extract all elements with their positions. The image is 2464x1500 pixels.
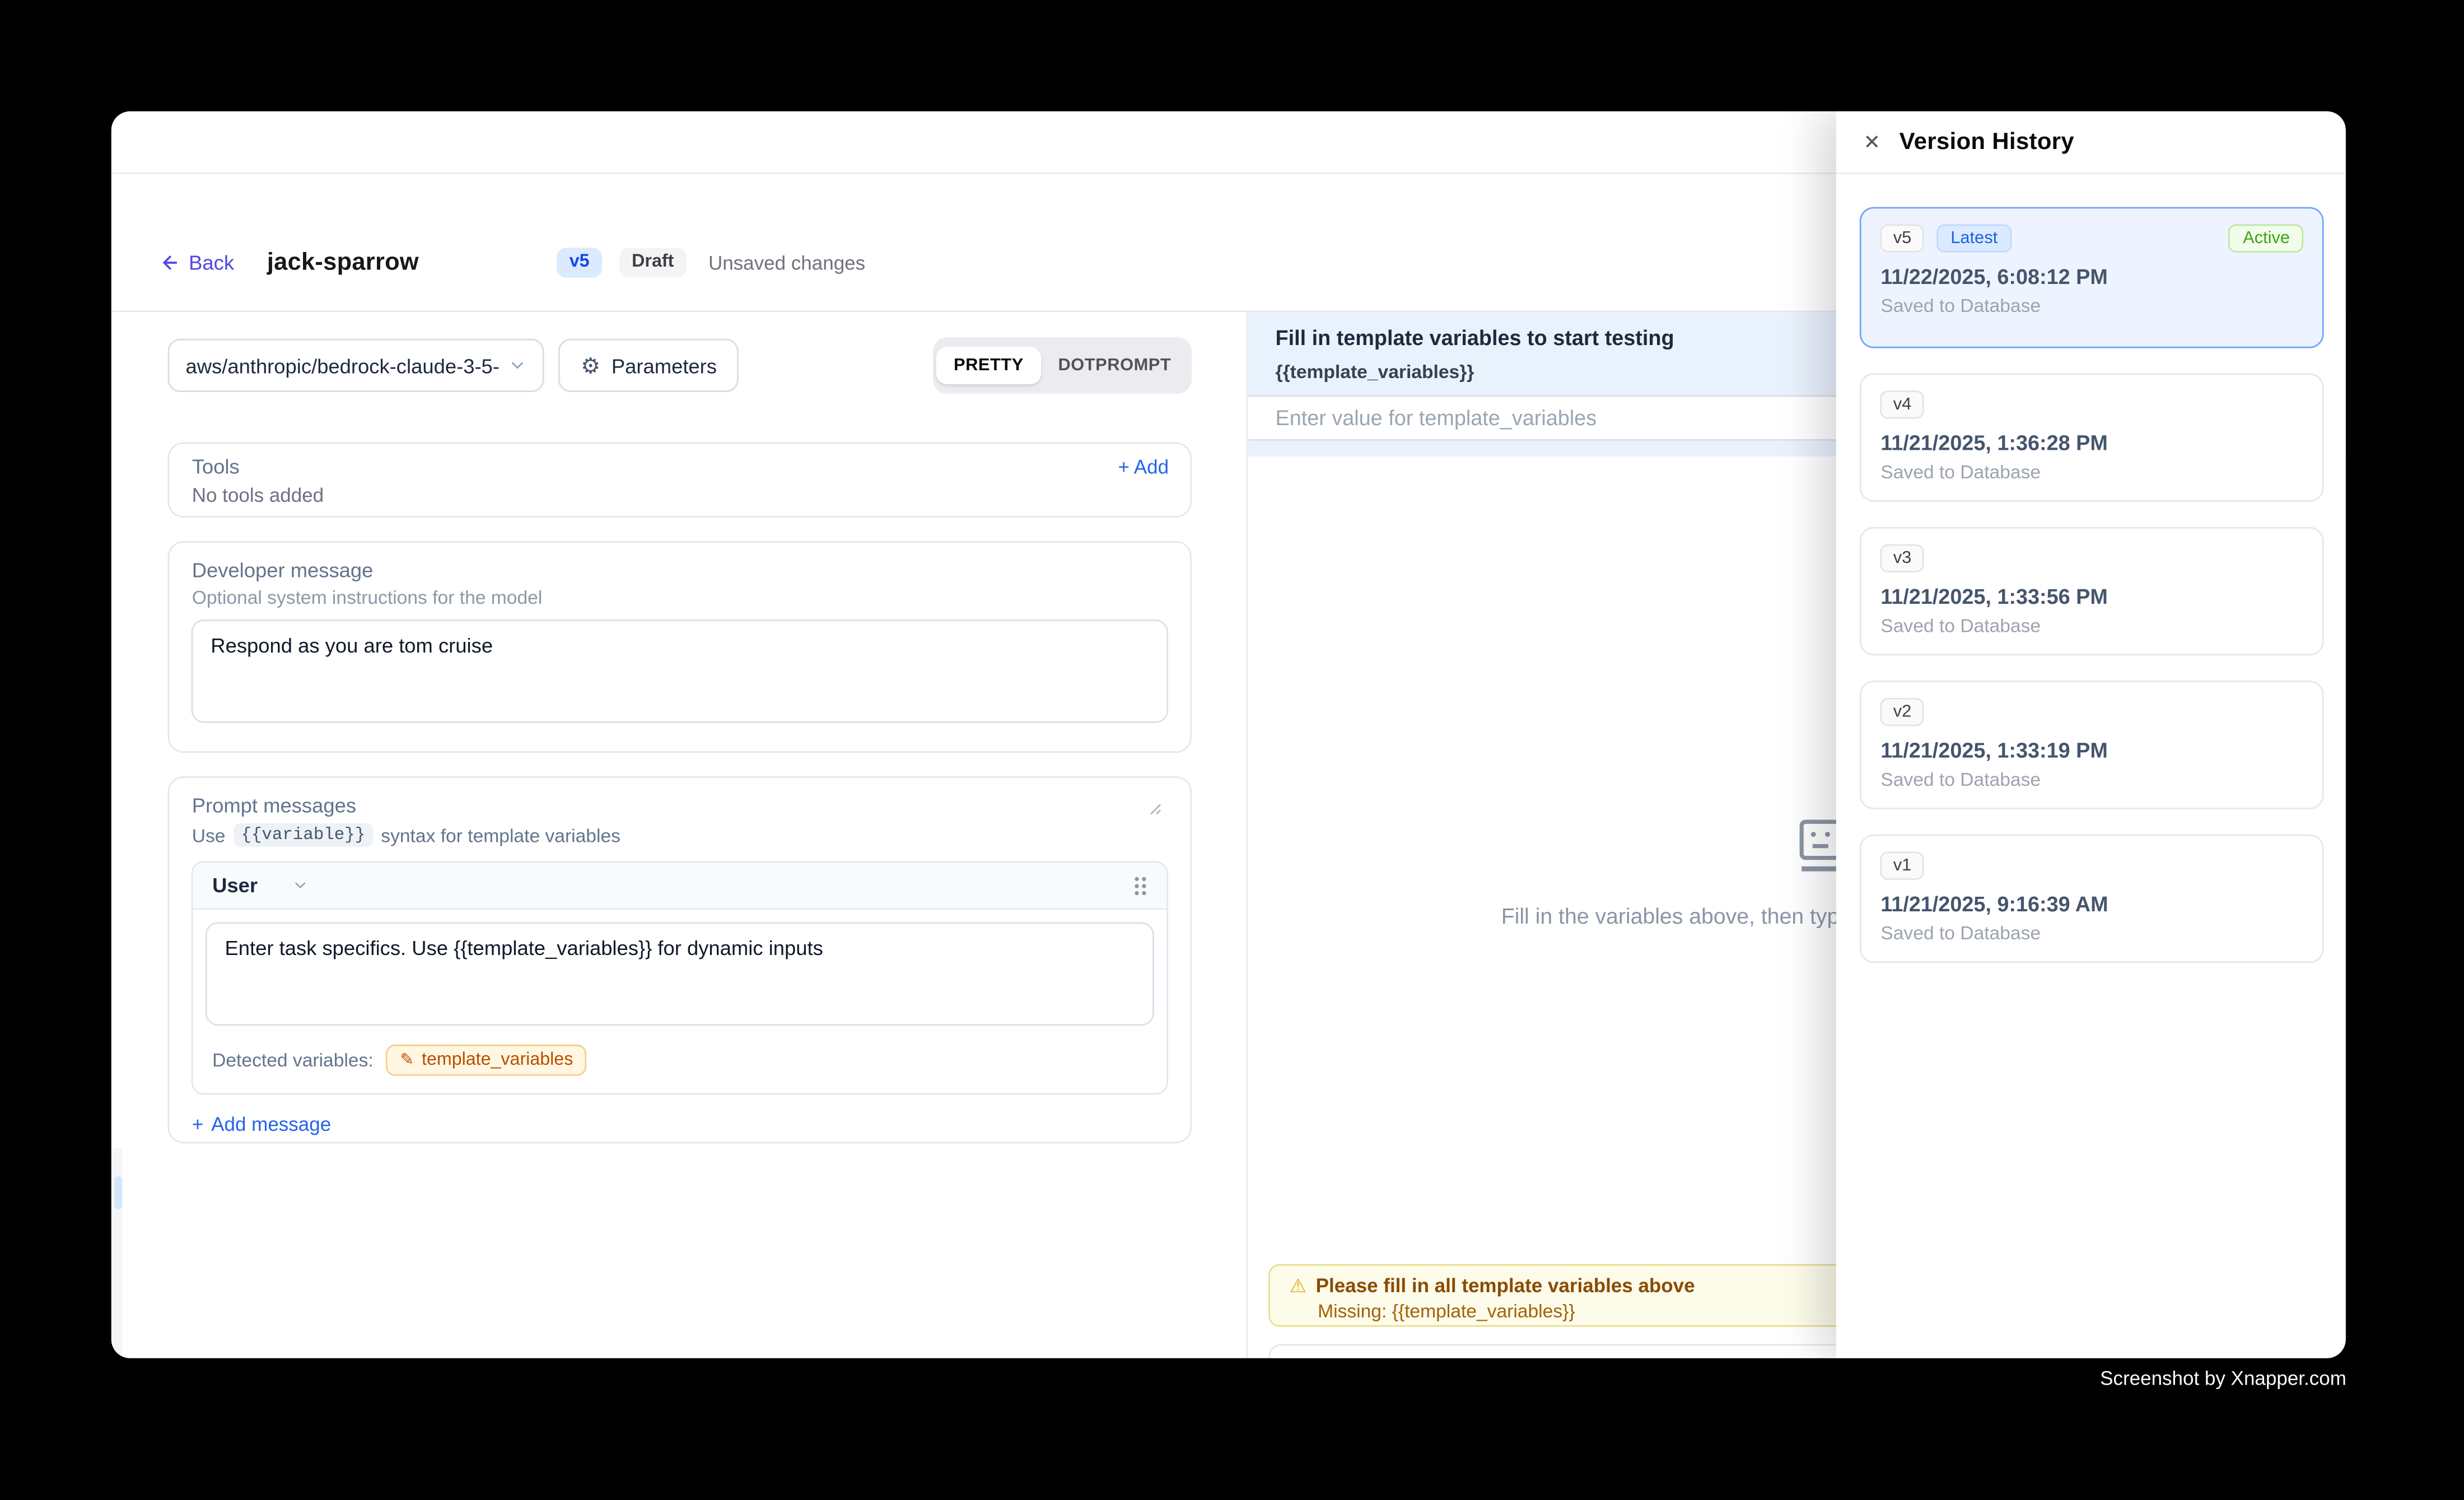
version-date: 11/21/2025, 9:16:39 AM bbox=[1880, 893, 2304, 916]
left-edge-strip bbox=[112, 1149, 123, 1359]
version-history-panel: ✕ Version History v5 Latest Active 11/22… bbox=[1837, 112, 2346, 1359]
xnapper-watermark: Screenshot by Xnapper.com bbox=[2100, 1368, 2346, 1390]
toggle-dotprompt[interactable]: DOTPROMPT bbox=[1041, 347, 1188, 385]
version-list: v5 Latest Active 11/22/2025, 6:08:12 PM … bbox=[1837, 175, 2346, 963]
version-badges-row: v2 bbox=[1880, 698, 2304, 726]
chevron-down-icon bbox=[508, 357, 528, 376]
version-status: Saved to Database bbox=[1880, 462, 2304, 483]
version-history-header: ✕ Version History bbox=[1837, 112, 2346, 175]
detected-variables-label: Detected variables: bbox=[212, 1050, 374, 1072]
version-item-v3[interactable]: v3 11/21/2025, 1:33:56 PM Saved to Datab… bbox=[1860, 528, 2325, 656]
message-header: User bbox=[193, 863, 1167, 910]
screenshot-stage: Back jack-sparrow v5 Draft Unsaved chang… bbox=[0, 0, 2464, 1500]
hint-suffix: syntax for template variables bbox=[381, 824, 620, 846]
version-status: Saved to Database bbox=[1880, 923, 2304, 944]
version-tag: v5 bbox=[1880, 225, 1924, 253]
model-select-value: aws/anthropic/bedrock-claude-3-5-s... bbox=[185, 354, 499, 378]
parameters-label: Parameters bbox=[612, 354, 717, 378]
prompt-messages-hint: Use {{variable}} syntax for template var… bbox=[192, 824, 1169, 847]
message-body: Enter task specifics. Use {{template_var… bbox=[193, 910, 1167, 1089]
page-title: jack-sparrow bbox=[267, 249, 419, 277]
tools-header: Tools + Add bbox=[192, 455, 1169, 479]
role-select-value: User bbox=[212, 874, 258, 898]
parameters-button[interactable]: ⚙ Parameters bbox=[559, 339, 739, 393]
role-select[interactable]: User bbox=[212, 874, 309, 898]
view-mode-toggle: PRETTY DOTPROMPT bbox=[932, 338, 1192, 394]
active-badge: Active bbox=[2229, 225, 2304, 253]
prompt-messages-card: Prompt messages Use {{variable}} syntax … bbox=[169, 777, 1192, 1144]
hint-prefix: Use bbox=[192, 824, 226, 846]
version-status: Saved to Database bbox=[1880, 769, 2304, 791]
version-item-v1[interactable]: v1 11/21/2025, 9:16:39 AM Saved to Datab… bbox=[1860, 835, 2325, 964]
results-empty-message: Fill in the variables above, then typ bbox=[1501, 904, 1840, 929]
version-status: Saved to Database bbox=[1880, 616, 2304, 637]
model-select[interactable]: aws/anthropic/bedrock-claude-3-5-s... bbox=[169, 339, 545, 393]
developer-message-card: Developer message Optional system instru… bbox=[169, 542, 1192, 753]
detected-variables-row: Detected variables: ✎ template_variables bbox=[206, 1034, 1155, 1077]
version-item-v5[interactable]: v5 Latest Active 11/22/2025, 6:08:12 PM … bbox=[1860, 208, 2325, 349]
version-date: 11/21/2025, 1:36:28 PM bbox=[1880, 432, 2304, 455]
unsaved-changes-label: Unsaved changes bbox=[708, 252, 865, 274]
back-label: Back bbox=[189, 251, 234, 275]
warning-title: Please fill in all template variables ab… bbox=[1316, 1275, 1695, 1297]
tools-card: Tools + Add No tools added bbox=[169, 443, 1192, 518]
left-strip-highlight bbox=[114, 1177, 122, 1210]
prompt-messages-label: Prompt messages bbox=[192, 794, 1169, 818]
page-header-row: Back jack-sparrow v5 Draft Unsaved chang… bbox=[161, 248, 865, 277]
version-badges-row: v1 bbox=[1880, 852, 2304, 880]
version-badges-row: v5 Latest Active bbox=[1880, 225, 2304, 253]
version-date: 11/22/2025, 6:08:12 PM bbox=[1880, 265, 2304, 289]
add-message-label: Add message bbox=[211, 1114, 331, 1136]
version-badges-row: v3 bbox=[1880, 545, 2304, 573]
developer-message-wrap: Respond as you are tom cruise bbox=[192, 609, 1169, 731]
version-status: Saved to Database bbox=[1880, 295, 2304, 317]
message-textarea-wrap: Enter task specifics. Use {{template_var… bbox=[206, 923, 1155, 1034]
latest-badge: Latest bbox=[1936, 225, 2012, 253]
add-tool-button[interactable]: + Add bbox=[1118, 456, 1169, 478]
tools-empty-text: No tools added bbox=[192, 485, 1169, 507]
version-tag: v2 bbox=[1880, 698, 1924, 726]
pencil-icon: ✎ bbox=[400, 1051, 414, 1070]
drag-handle-icon[interactable] bbox=[1133, 875, 1149, 897]
add-tool-label: Add bbox=[1134, 456, 1169, 478]
version-tag: v1 bbox=[1880, 852, 1924, 880]
tools-label: Tools bbox=[192, 455, 240, 479]
chevron-down-icon bbox=[292, 877, 310, 895]
developer-message-label: Developer message bbox=[192, 559, 1169, 583]
developer-message-input[interactable]: Respond as you are tom cruise bbox=[192, 620, 1169, 724]
draft-badge: Draft bbox=[619, 248, 687, 277]
version-tag: v3 bbox=[1880, 545, 1924, 573]
app-window: Back jack-sparrow v5 Draft Unsaved chang… bbox=[112, 112, 2346, 1359]
message-block: User Enter task specifics. Use {{templat… bbox=[192, 861, 1169, 1095]
gear-icon: ⚙ bbox=[581, 355, 600, 377]
version-history-title: Version History bbox=[1900, 129, 2074, 156]
add-message-button[interactable]: + Add message bbox=[192, 1114, 1169, 1136]
close-icon[interactable]: ✕ bbox=[1863, 132, 1880, 152]
developer-message-hint: Optional system instructions for the mod… bbox=[192, 587, 1169, 609]
variable-syntax-chip: {{variable}} bbox=[233, 824, 373, 847]
version-tag: v4 bbox=[1880, 391, 1924, 419]
template-variable-chip[interactable]: ✎ template_variables bbox=[386, 1045, 587, 1077]
version-item-v2[interactable]: v2 11/21/2025, 1:33:19 PM Saved to Datab… bbox=[1860, 681, 2325, 810]
arrow-left-icon bbox=[161, 253, 181, 273]
version-item-v4[interactable]: v4 11/21/2025, 1:36:28 PM Saved to Datab… bbox=[1860, 374, 2325, 502]
prompt-editor-column: aws/anthropic/bedrock-claude-3-5-s... ⚙ … bbox=[112, 313, 1249, 1359]
version-date: 11/21/2025, 1:33:19 PM bbox=[1880, 739, 2304, 763]
message-input[interactable]: Enter task specifics. Use {{template_var… bbox=[206, 923, 1155, 1026]
warning-triangle-icon: ⚠ bbox=[1290, 1277, 1306, 1296]
version-badge: v5 bbox=[557, 248, 602, 277]
template-variable-name: template_variables bbox=[422, 1051, 573, 1070]
editor-toolbar: aws/anthropic/bedrock-claude-3-5-s... ⚙ … bbox=[169, 339, 1192, 393]
back-button[interactable]: Back bbox=[161, 251, 234, 275]
version-badges-row: v4 bbox=[1880, 391, 2304, 419]
toggle-pretty[interactable]: PRETTY bbox=[936, 347, 1040, 385]
version-date: 11/21/2025, 1:33:56 PM bbox=[1880, 585, 2304, 609]
